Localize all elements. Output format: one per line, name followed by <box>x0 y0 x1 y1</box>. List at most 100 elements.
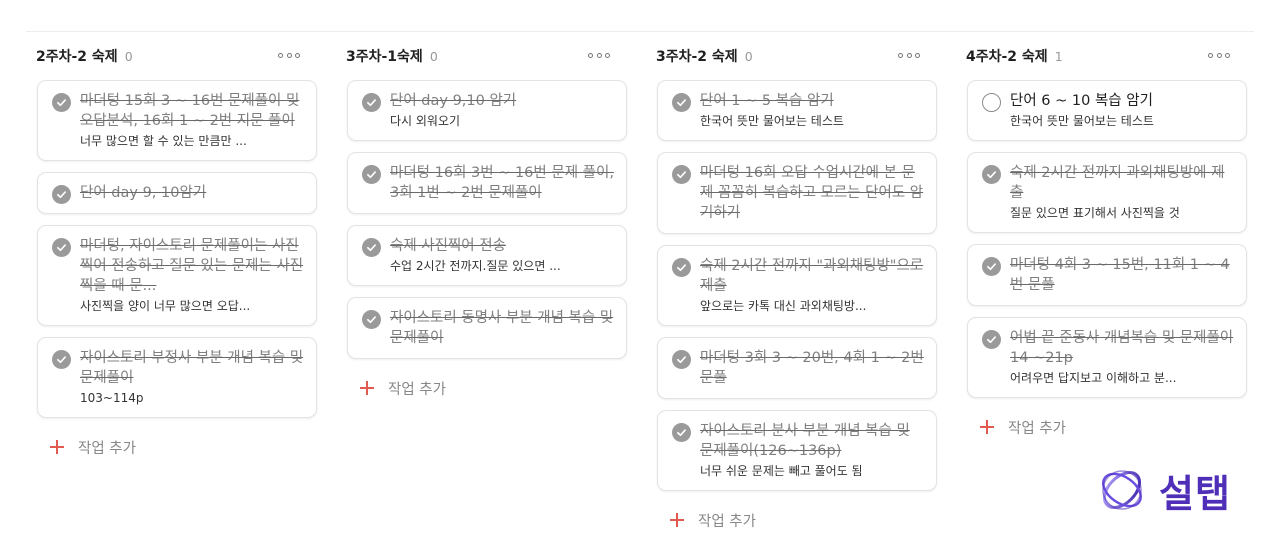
plus-icon <box>980 420 994 434</box>
task-title: 단어 day 9, 10암기 <box>80 185 207 201</box>
task-title: 단어 day 9,10 암기 <box>390 93 517 109</box>
task-title: 마더텅 16회 3번 ~ 16번 문제 풀이, 3회 1번 ~ 2번 문제풀이 <box>390 165 614 201</box>
card-list: 단어 day 9,10 암기다시 외워오기마더텅 16회 3번 ~ 16번 문제… <box>336 80 627 401</box>
column-count: 0 <box>744 48 753 64</box>
task-description: 한국어 뜻만 물어보는 테스트 <box>1010 114 1154 128</box>
column: 2주차-2 숙제 0 마더텅 15회 3 ~ 16번 문제풀이 및 오답분석, 16… <box>26 32 317 460</box>
plus-icon <box>360 381 374 395</box>
task-card[interactable]: 마더텅 15회 3 ~ 16번 문제풀이 및 오답분석, 16회 1 ~ 2번 … <box>37 80 317 161</box>
task-card[interactable]: 마더텅 4회 3 ~ 15번, 11회 1 ~ 4번 문풀 <box>967 244 1247 306</box>
task-title: 자이스토리 분사 부분 개념 복습 및 문제풀이(126~136p) <box>700 423 910 459</box>
task-description: 앞으로는 카톡 대신 과외채팅방... <box>700 299 867 313</box>
more-horizontal-icon[interactable] <box>898 48 920 62</box>
check-icon[interactable] <box>672 258 691 277</box>
task-description: 103~114p <box>80 391 144 405</box>
task-description: 어려우면 답지보고 이해하고 분... <box>1010 371 1177 385</box>
add-task-label: 작업 추가 <box>698 513 756 530</box>
task-title: 마더텅 4회 3 ~ 15번, 11회 1 ~ 4번 문풀 <box>1010 257 1230 293</box>
add-task-label: 작업 추가 <box>78 440 136 457</box>
checkbox-icon[interactable] <box>982 93 1001 112</box>
add-task-label: 작업 추가 <box>388 381 446 398</box>
column: 3주차-1숙제 0 단어 day 9,10 암기다시 외워오기마더텅 16회 3번 … <box>336 32 627 401</box>
task-title: 숙제 사진찍어 전송 <box>390 238 506 254</box>
plus-icon <box>50 440 64 454</box>
task-title: 단어 1 ~ 5 복습 암기 <box>700 93 834 109</box>
check-icon[interactable] <box>52 185 71 204</box>
task-card[interactable]: 어법 끝 준동사 개념복습 및 문제풀이 14 ~21p 어려우면 답지보고 이해… <box>967 317 1247 398</box>
check-icon[interactable] <box>672 165 691 184</box>
task-card[interactable]: 단어 6 ~ 10 복습 암기한국어 뜻만 물어보는 테스트 <box>967 80 1247 141</box>
task-title: 숙제 2시간 전까지 "과외채팅방"으로 제출 <box>700 258 924 294</box>
column-title: 3주차-2 숙제 <box>656 49 738 65</box>
add-task-button[interactable]: 작업 추가 <box>50 434 170 460</box>
column-count: 0 <box>429 48 438 64</box>
task-card[interactable]: 단어 day 9,10 암기다시 외워오기 <box>347 80 627 141</box>
task-card[interactable]: 마더텅 3회 3 ~ 20번, 4회 1 ~ 2번 문풀 <box>657 337 937 399</box>
task-description: 다시 외워오기 <box>390 114 461 128</box>
task-card[interactable]: 숙제 2시간 전까지 "과외채팅방"으로 제출앞으로는 카톡 대신 과외채팅방.… <box>657 245 937 326</box>
check-icon[interactable] <box>672 423 691 442</box>
column-header: 3주차-1숙제 0 <box>336 32 626 80</box>
task-title: 숙제 2시간 전까지 과외채팅방에 제출 <box>1010 165 1225 201</box>
column-count: 1 <box>1054 48 1063 64</box>
task-card[interactable]: 자이스토리 분사 부분 개념 복습 및 문제풀이(126~136p) 너무 쉬운 … <box>657 410 937 491</box>
card-list: 마더텅 15회 3 ~ 16번 문제풀이 및 오답분석, 16회 1 ~ 2번 … <box>26 80 317 460</box>
check-icon[interactable] <box>982 257 1001 276</box>
task-description: 너무 많으면 할 수 있는 만큼만 ... <box>80 134 247 148</box>
check-icon[interactable] <box>362 93 381 112</box>
more-horizontal-icon[interactable] <box>278 48 300 62</box>
task-description: 사진찍을 양이 너무 많으면 오답... <box>80 299 251 313</box>
check-icon[interactable] <box>52 238 71 257</box>
task-title: 마더텅, 자이스토리 문제풀이는 사진 찍어 전송하고 질문 있는 문제는 사진… <box>80 238 304 294</box>
column: 4주차-2 숙제 1 단어 6 ~ 10 복습 암기 한국어 뜻만 물어보는 테스트 숙… <box>956 32 1247 440</box>
check-icon[interactable] <box>362 310 381 329</box>
kanban-board: 2주차-2 숙제 0 마더텅 15회 3 ~ 16번 문제풀이 및 오답분석, 16… <box>26 32 1256 545</box>
task-title: 단어 6 ~ 10 복습 암기 <box>1010 93 1153 109</box>
card-list: 단어 1 ~ 5 복습 암기한국어 뜻만 물어보는 테스트마더텅 16회 오답 … <box>646 80 937 533</box>
check-icon[interactable] <box>52 93 71 112</box>
task-card[interactable]: 마더텅 16회 오답 수업시간에 본 문제 꼼꼼히 복습하고 모르는 단어도 암… <box>657 152 937 234</box>
more-horizontal-icon[interactable] <box>588 48 610 62</box>
card-list: 단어 6 ~ 10 복습 암기한국어 뜻만 물어보는 테스트숙제 2시간 전까지… <box>956 80 1247 440</box>
task-description: 수업 2시간 전까지.질문 있으면 ... <box>390 259 561 273</box>
task-card[interactable]: 숙제 2시간 전까지 과외채팅방에 제출질문 있으면 표기해서 사진찍을 것 <box>967 152 1247 233</box>
task-description: 한국어 뜻만 물어보는 테스트 <box>700 114 844 128</box>
task-card[interactable]: 자이스토리 부정사 부분 개념 복습 및 문제풀이 103~114p <box>37 337 317 418</box>
check-icon[interactable] <box>362 165 381 184</box>
task-card[interactable]: 마더텅, 자이스토리 문제풀이는 사진 찍어 전송하고 질문 있는 문제는 사진… <box>37 225 317 326</box>
more-horizontal-icon[interactable] <box>1208 48 1230 62</box>
column-count: 0 <box>124 48 133 64</box>
task-card[interactable]: 숙제 사진찍어 전송수업 2시간 전까지.질문 있으면 ... <box>347 225 627 286</box>
check-icon[interactable] <box>362 238 381 257</box>
task-card[interactable]: 마더텅 16회 3번 ~ 16번 문제 풀이, 3회 1번 ~ 2번 문제풀이 <box>347 152 627 214</box>
brand-logo: 설탭 <box>1097 464 1247 516</box>
add-task-button[interactable]: 작업 추가 <box>670 507 790 533</box>
task-card[interactable]: 단어 1 ~ 5 복습 암기한국어 뜻만 물어보는 테스트 <box>657 80 937 141</box>
column-header: 2주차-2 숙제 0 <box>26 32 316 80</box>
task-description: 너무 쉬운 문제는 빼고 풀어도 됨 <box>700 464 863 478</box>
column-title: 2주차-2 숙제 <box>36 49 118 65</box>
add-task-label: 작업 추가 <box>1008 420 1066 437</box>
column: 3주차-2 숙제 0 단어 1 ~ 5 복습 암기한국어 뜻만 물어보는 테스트마더… <box>646 32 937 533</box>
add-task-button[interactable]: 작업 추가 <box>980 414 1100 440</box>
task-card[interactable]: 자이스토리 동명사 부분 개념 복습 및 문제풀이 <box>347 297 627 359</box>
column-header: 3주차-2 숙제 0 <box>646 32 936 80</box>
column-title: 3주차-1숙제 <box>346 49 423 65</box>
task-title: 자이스토리 부정사 부분 개념 복습 및 문제풀이 <box>80 350 304 386</box>
task-title: 어법 끝 준동사 개념복습 및 문제풀이 14 ~21p <box>1010 330 1234 366</box>
logo-swirl-icon <box>1102 470 1142 510</box>
column-header: 4주차-2 숙제 1 <box>956 32 1246 80</box>
check-icon[interactable] <box>982 330 1001 349</box>
check-icon[interactable] <box>672 93 691 112</box>
check-icon[interactable] <box>982 165 1001 184</box>
task-title: 자이스토리 동명사 부분 개념 복습 및 문제풀이 <box>390 310 614 346</box>
task-title: 마더텅 16회 오답 수업시간에 본 문제 꼼꼼히 복습하고 모르는 단어도 암… <box>700 165 924 221</box>
task-card[interactable]: 단어 day 9, 10암기 <box>37 172 317 214</box>
check-icon[interactable] <box>672 350 691 369</box>
task-description: 질문 있으면 표기해서 사진찍을 것 <box>1010 206 1180 220</box>
check-icon[interactable] <box>52 350 71 369</box>
task-title: 마더텅 15회 3 ~ 16번 문제풀이 및 오답분석, 16회 1 ~ 2번 … <box>80 93 300 129</box>
add-task-button[interactable]: 작업 추가 <box>360 375 480 401</box>
task-title: 마더텅 3회 3 ~ 20번, 4회 1 ~ 2번 문풀 <box>700 350 924 386</box>
plus-icon <box>670 513 684 527</box>
